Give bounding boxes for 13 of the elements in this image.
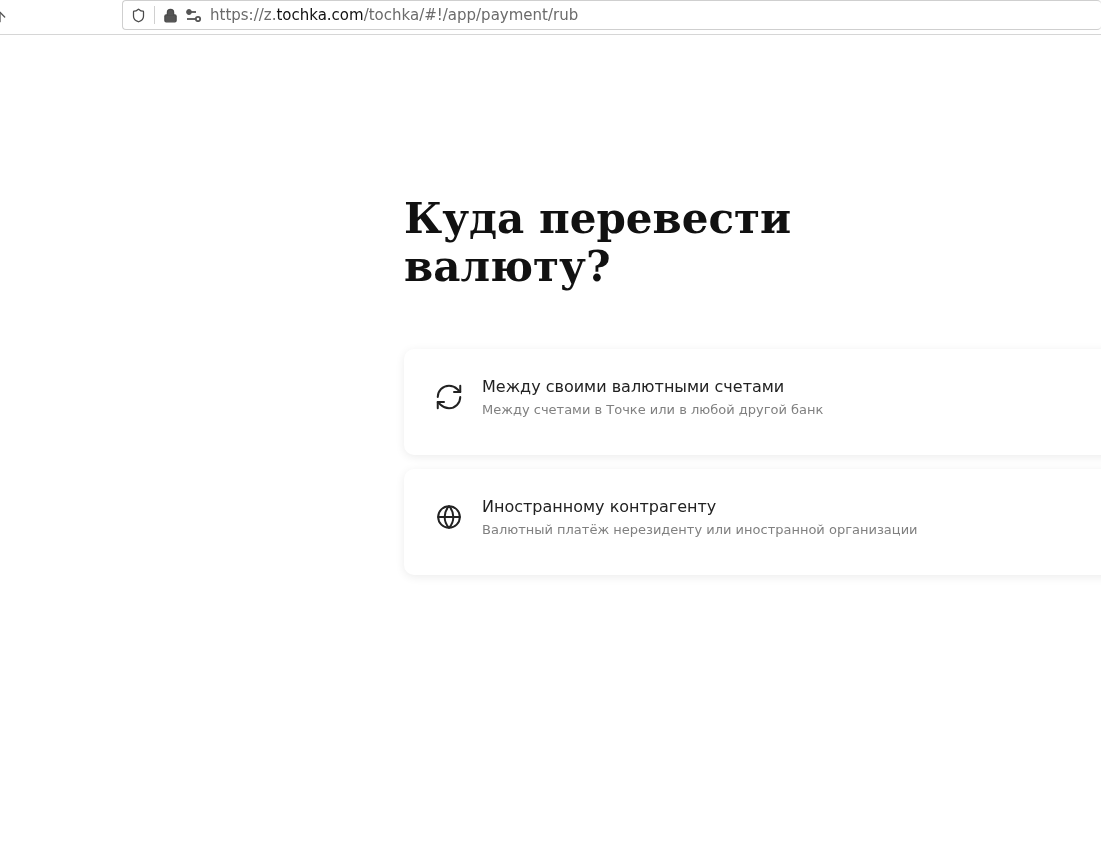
sliders-icon[interactable] bbox=[186, 8, 202, 22]
option-title: Между своими валютными счетами bbox=[482, 377, 786, 396]
page-title: Куда перевести валюту? bbox=[404, 195, 793, 291]
option-title: Иностранному контрагенту bbox=[482, 497, 718, 516]
option-card[interactable]: Иностранному контрагенту Валютный платёж нерезиденту или иностранной организации bbox=[404, 469, 1101, 575]
lock-icon bbox=[163, 7, 178, 23]
shield-icon[interactable] bbox=[131, 7, 146, 23]
refresh-icon bbox=[434, 382, 464, 412]
globe-icon bbox=[436, 504, 462, 530]
url-text: https://z.tochka.com/tochka/#!/app/payment/rub bbox=[210, 6, 579, 24]
option-subtitle: Между счетами в Точке или в любой другой банк bbox=[482, 402, 824, 417]
option-subtitle: Валютный платёж нерезиденту или иностранной организации bbox=[482, 522, 918, 537]
option-card[interactable]: Между своими валютными счетами Между счетами в Точке или в любой другой банк bbox=[404, 349, 1101, 455]
